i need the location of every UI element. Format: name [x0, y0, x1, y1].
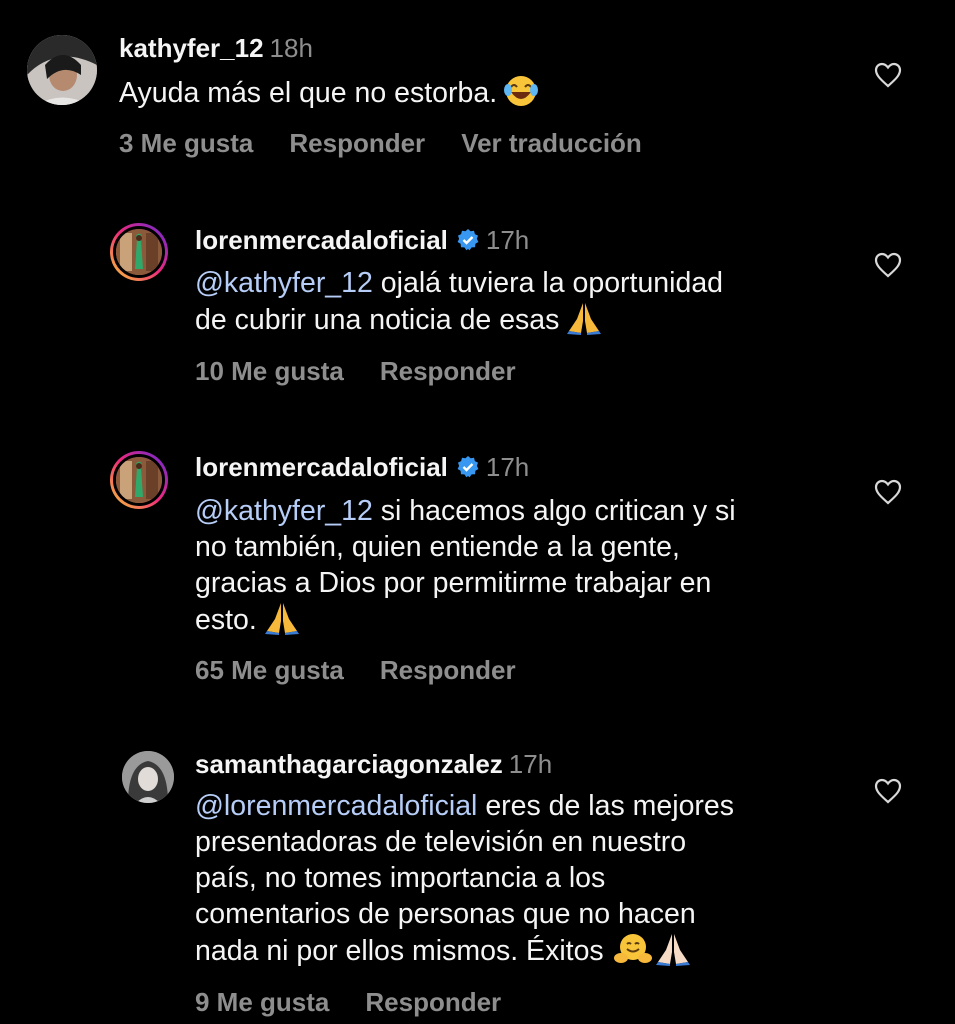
avatar[interactable] — [110, 223, 168, 281]
heart-icon[interactable] — [874, 778, 902, 809]
mention-link[interactable]: @lorenmercadaloficial — [195, 790, 477, 822]
comment-username[interactable]: lorenmercadaloficial — [195, 225, 448, 255]
comment-time: 18h — [269, 33, 313, 63]
hugging-face-emoji — [613, 932, 652, 975]
avatar[interactable] — [110, 451, 168, 509]
comment-actions: 9 Me gusta Responder — [195, 987, 537, 1018]
reply-button[interactable]: Responder — [289, 128, 425, 158]
comment-text: @lorenmercadaloficial eres de las mejore… — [195, 788, 734, 975]
laughing-tears-emoji — [503, 74, 539, 117]
verified-badge-icon — [456, 455, 480, 484]
avatar[interactable] — [122, 751, 174, 803]
comment-time: 17h — [485, 452, 530, 482]
comment-time: 17h — [508, 749, 553, 779]
likes-count[interactable]: 3 Me gusta — [119, 128, 253, 158]
comment-username[interactable]: kathyfer_12 — [119, 33, 264, 63]
comment-actions: 3 Me gusta Responder Ver traducción — [119, 128, 678, 159]
avatar[interactable] — [27, 35, 97, 105]
heart-icon[interactable] — [874, 62, 902, 93]
folded-hands-emoji — [654, 932, 692, 975]
mention-link[interactable]: @kathyfer_12 — [195, 495, 373, 527]
reply-button[interactable]: Responder — [365, 987, 501, 1017]
heart-icon[interactable] — [874, 479, 902, 510]
folded-hands-emoji — [565, 301, 603, 344]
reply-button[interactable]: Responder — [380, 655, 516, 685]
comment-time: 17h — [485, 225, 530, 255]
comment-username[interactable]: samanthagarciagonzalez — [195, 749, 503, 779]
mention-link[interactable]: @kathyfer_12 — [195, 267, 373, 299]
likes-count[interactable]: 9 Me gusta — [195, 987, 329, 1017]
comment-text: Ayuda más el que no estorba. — [119, 74, 539, 117]
likes-count[interactable]: 65 Me gusta — [195, 655, 344, 685]
comment-text: @kathyfer_12 ojalá tuviera la oportunida… — [195, 265, 723, 344]
comment-text: @kathyfer_12 si hacemos algo critican y … — [195, 493, 736, 644]
comment-username[interactable]: lorenmercadaloficial — [195, 452, 448, 482]
translate-button[interactable]: Ver traducción — [461, 128, 642, 158]
comment-actions: 65 Me gusta Responder — [195, 655, 552, 686]
verified-badge-icon — [456, 228, 480, 257]
comment-actions: 10 Me gusta Responder — [195, 356, 552, 387]
folded-hands-emoji — [263, 601, 301, 644]
heart-icon[interactable] — [874, 252, 902, 283]
reply-button[interactable]: Responder — [380, 356, 516, 386]
likes-count[interactable]: 10 Me gusta — [195, 356, 344, 386]
